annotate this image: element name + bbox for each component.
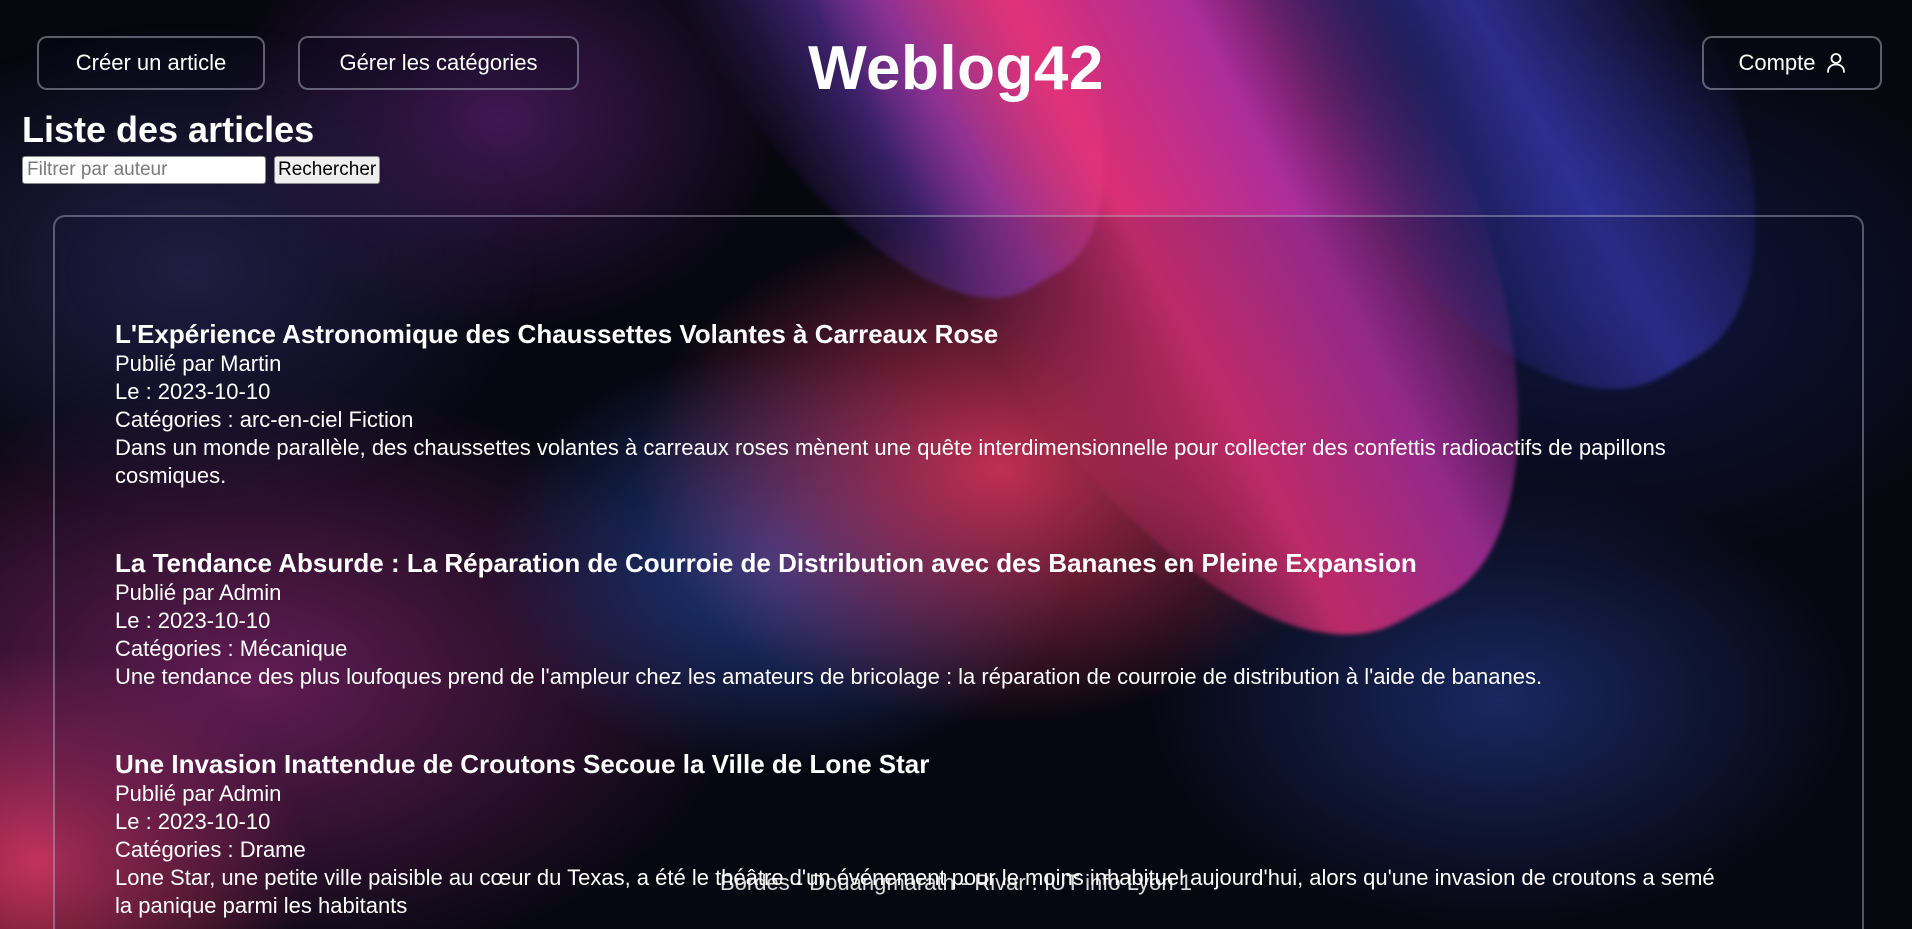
article-author: Publié par Admin — [115, 580, 282, 605]
account-button-label: Compte — [1738, 50, 1816, 75]
article-title[interactable]: L'Expérience Astronomique des Chaussette… — [115, 318, 1815, 350]
site-footer: Bordes - Douangmarath - Rivar : IUT info… — [720, 870, 1192, 895]
site-title: Weblog42 — [808, 34, 1104, 103]
page: Créer un article Gérer les catégories We… — [0, 0, 1912, 929]
article-item: La Tendance Absurde : La Réparation de C… — [115, 547, 1815, 691]
articles-list: L'Expérience Astronomique des Chaussette… — [115, 318, 1815, 920]
article-title[interactable]: La Tendance Absurde : La Réparation de C… — [115, 547, 1815, 579]
author-filter-form: Rechercher — [22, 156, 381, 184]
user-icon — [1826, 53, 1845, 73]
article-categories: Catégories : Drame — [115, 837, 306, 862]
author-filter-input[interactable] — [22, 156, 266, 184]
account-button[interactable]: Compte — [1702, 36, 1882, 90]
search-button[interactable]: Rechercher — [274, 156, 381, 184]
article-author: Publié par Admin — [115, 781, 282, 806]
page-title: Liste des articles — [22, 109, 315, 150]
article-date: Le : 2023-10-10 — [115, 379, 271, 404]
article-date: Le : 2023-10-10 — [115, 608, 271, 633]
article-item: L'Expérience Astronomique des Chaussette… — [115, 318, 1815, 490]
article-author: Publié par Martin — [115, 351, 282, 376]
article-title[interactable]: Une Invasion Inattendue de Croutons Seco… — [115, 748, 1815, 780]
article-summary: Une tendance des plus loufoques prend de… — [115, 664, 1543, 689]
article-categories: Catégories : Mécanique — [115, 636, 348, 661]
article-date: Le : 2023-10-10 — [115, 809, 271, 834]
article-categories: Catégories : arc-en-ciel Fiction — [115, 407, 414, 432]
article-summary: Dans un monde parallèle, des chaussettes… — [115, 435, 1666, 488]
